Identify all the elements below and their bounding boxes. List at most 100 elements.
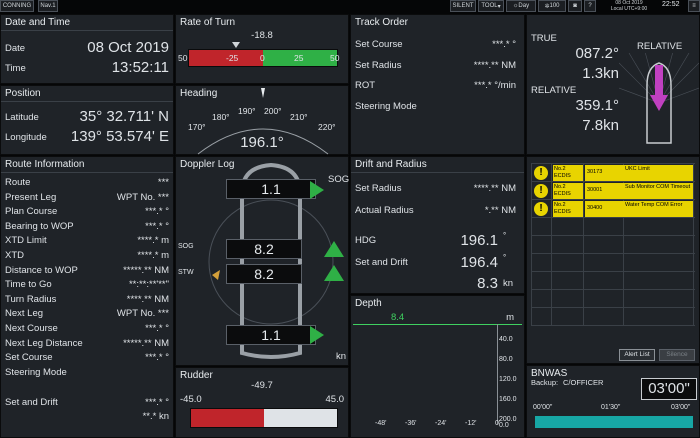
time-label: Time [5,63,26,74]
set-radius-value: ****.** NM [473,183,516,194]
route-row-label: XTD [5,250,24,261]
top-time: 22:52 [662,1,680,8]
route-row-label: Plan Course [5,206,58,218]
drift-title: Drift and Radius [355,159,427,170]
wind-panel: TRUE 087.2° 1.3kn RELATIVE 359.1° 7.8kn … [526,14,700,155]
route-row-value: ****.** NM [126,293,169,305]
depth-unit: m [506,312,514,323]
alert-source: No.2 ECDIS [553,183,583,199]
hdg-label: HDG [355,235,377,246]
route-row-label: Next Leg [5,308,44,320]
rot-value: -18.8 [251,30,273,41]
route-row-value: WPT No. *** [116,191,169,203]
camera-icon: ◙ [573,3,577,9]
menu-button[interactable]: ≡ [688,0,700,12]
mode-button[interactable]: CONNING [0,0,34,12]
depth-value: 8.4 [391,312,405,323]
rot-title: Rate of Turn [180,17,236,28]
alert-grid-row [531,235,695,236]
rudder-bar [190,408,338,428]
sog-value: 8.2 [226,239,302,259]
route-row-value: ****.* m [137,250,169,261]
route-row-value: ***.* ° [145,352,169,364]
depth-scale-label: 40.0 [499,336,513,343]
alert-row[interactable]: ! No.2 ECDIS UKC Limit 30173 [531,165,693,181]
brightness-button[interactable]: ✲ 100 [538,0,566,12]
stw-arrow-icon [324,265,344,281]
bow-speed-value: 1.1 [226,179,316,199]
true-wind-speed: 1.3kn [582,65,619,82]
brightness-label: 100 [549,3,560,9]
day-label: Day [518,3,530,9]
track-row-label: Steering Mode [355,100,417,112]
backup-label: Backup: [531,378,559,387]
menu-icon: ≡ [692,3,696,9]
alert-source: No.2 ECDIS [553,201,583,217]
route-row-value: *****.** NM [123,264,169,276]
screenshot-button[interactable]: ◙ [568,0,582,12]
help-button[interactable]: ? [584,0,596,12]
rudder-right-limit: 45.0 [325,394,345,405]
heading-tick-label: 210° [290,112,308,122]
hdg-degree: ° [503,231,507,240]
true-wind-label: TRUE [531,33,557,44]
alert-grid-row [531,217,695,218]
stern-speed-value: 1.1 [226,325,316,345]
heading-value: 196.1° [240,134,284,151]
wind-view-label[interactable]: RELATIVE [637,41,682,52]
alert-grid-row [531,307,695,308]
track-row-value: ***.* °/min [474,80,516,91]
route-row-value: ***.* ° [145,323,169,334]
heading-tick-label: 200° [264,106,282,116]
alert-warning-icon: ! [534,202,548,216]
depth-hour-label: -48' [375,420,387,427]
route-row-label: Next Leg Distance [5,337,83,349]
track-panel: Track Order Set Course ***.* ° Set Radius *… [350,14,525,155]
route-row-value: **.* kn [142,411,169,422]
route-row-label: Bearing to WOP [5,220,74,232]
alert-grid-row [531,271,695,272]
alert-panel: ! No.2 ECDIS UKC Limit 30173 ! No.2 ECDIS Sub … [526,156,700,364]
rot-pointer [232,42,240,48]
route-row-value: WPT No. *** [116,308,169,320]
day-button[interactable]: ☼ Day [506,0,536,12]
rudder-panel: Rudder -49.7 -45.0 45.0 [175,367,349,438]
alert-list-button[interactable]: Alert List [619,349,655,361]
position-title: Position [5,88,41,99]
alert-row[interactable]: ! No.2 ECDIS Water Temp COM Error 30400 [531,201,693,217]
position-panel: Position Latitude 35° 32.711' N Longitud… [0,85,174,155]
backup-value: C/OFFICER [563,378,604,387]
alert-grid-row [531,253,695,254]
latitude-label: Latitude [5,112,39,123]
bnwas-scale-label: 01'30" [601,404,621,411]
doppler-panel: Doppler Log 1.1 SOG SOG STW 8.2 8.2 1.1 … [175,156,349,366]
route-row-value: *****.** NM [123,337,169,349]
silence-button[interactable]: Silence [659,349,695,361]
bnwas-fill [535,416,693,428]
rot-tick-label: 50 [178,53,188,63]
bnwas-bar [535,416,693,428]
rot-tick-label: -25 [226,53,239,63]
nav-label: Nav.1 [40,3,56,9]
top-utc: Local UTC+9:00 [610,6,648,12]
alert-row[interactable]: ! No.2 ECDIS Sub Monitor COM Timeout 30001 [531,183,693,199]
route-row-value: ***.* ° [145,220,169,232]
track-row-value: ****.** NM [473,59,516,71]
route-row-label: Steering Mode [5,366,67,378]
rudder-left-limit: -45.0 [180,394,202,405]
route-row-label: Time to Go [5,279,52,291]
route-row-label: Next Course [5,323,58,334]
alert-warning-icon: ! [534,166,548,180]
alert-code: 30400 [587,205,603,211]
wind-ship-graphic [619,53,699,144]
drift-panel: Drift and Radius Set Radius ****.** NM A… [350,156,525,294]
silent-button[interactable]: SILENT [450,0,476,12]
stw-label: STW [178,269,194,276]
tool-button[interactable]: TOOL ▾ [478,0,504,12]
rot-tick-label: 50 [330,53,340,63]
track-title: Track Order [355,17,408,28]
nav-button[interactable]: Nav.1 [38,0,58,12]
track-row-label: ROT [355,80,376,91]
true-wind-direction: 087.2° [575,45,619,62]
route-row-value: ***.* ° [145,397,169,408]
